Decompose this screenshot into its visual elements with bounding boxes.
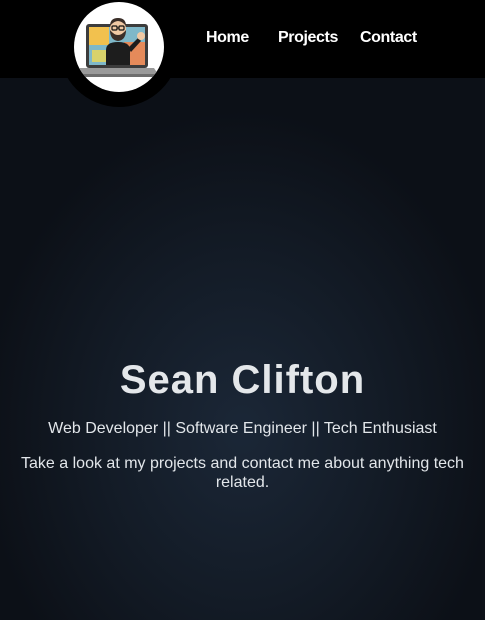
hero-name: Sean Clifton [119, 358, 366, 402]
nav-link-contact[interactable]: Contact [360, 29, 417, 47]
hero-tagline: Web Developer || Software Engineer || Te… [48, 420, 437, 437]
hero-section: Sean Clifton Web Developer || Software E… [0, 357, 485, 492]
main-nav: Home Projects Contact [0, 29, 485, 51]
nav-link-home[interactable]: Home [206, 29, 249, 47]
hero-blurb: Take a look at my projects and contact m… [21, 455, 464, 491]
nav-link-projects[interactable]: Projects [278, 29, 338, 47]
page: Home Projects Contact Sean Clifton Web D… [0, 0, 485, 620]
